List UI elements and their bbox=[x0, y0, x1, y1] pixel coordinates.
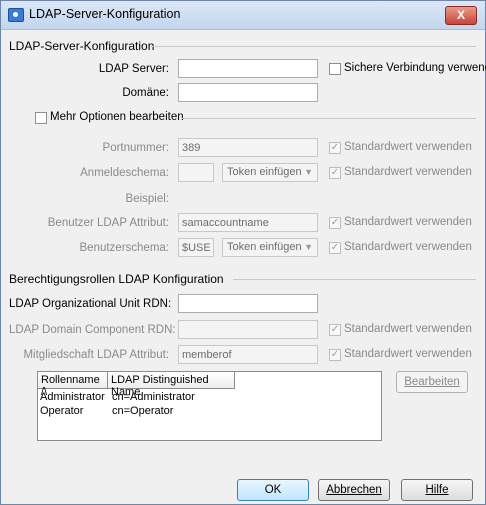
help-button[interactable]: Hilfe bbox=[401, 479, 473, 501]
ldap-server-label: LDAP Server: bbox=[98, 63, 169, 75]
dc-rdn-label: LDAP Domain Component RDN: bbox=[9, 324, 176, 336]
cancel-button[interactable]: Abbrechen bbox=[318, 479, 390, 501]
domain-input[interactable] bbox=[178, 83, 318, 102]
schema-default-checkbox: ✓ bbox=[329, 167, 341, 179]
edit-button-label: Bearbeiten bbox=[404, 376, 460, 388]
divider bbox=[181, 118, 476, 119]
cancel-button-label: Abbrechen bbox=[326, 484, 382, 496]
ldap-dialog: LDAP-Server-Konfiguration X LDAP-Server-… bbox=[0, 0, 486, 505]
more-options-label: Mehr Optionen bearbeiten bbox=[50, 111, 184, 123]
help-button-label: Hilfe bbox=[425, 484, 449, 496]
column-header-dn[interactable]: LDAP Distinguished Name bbox=[108, 372, 235, 398]
close-button[interactable]: X bbox=[445, 6, 477, 25]
user-attribute-default-checkbox: ✓ bbox=[329, 217, 341, 229]
window-title: LDAP-Server-Konfiguration bbox=[29, 7, 181, 21]
secure-connection-label: Sichere Verbindung verwenden bbox=[344, 62, 486, 74]
secure-connection-checkbox[interactable] bbox=[329, 63, 341, 75]
dc-rdn-default-label: Standardwert verwenden bbox=[344, 323, 472, 335]
schema-label: Anmeldeschema: bbox=[80, 167, 169, 179]
divider bbox=[151, 46, 476, 47]
chevron-down-icon: ▼ bbox=[304, 167, 313, 177]
schema-default-label: Standardwert verwenden bbox=[344, 166, 472, 178]
port-input bbox=[178, 138, 318, 157]
chevron-down-icon: ▼ bbox=[304, 242, 313, 252]
roles-table[interactable]: Rollenname /\ LDAP Distinguished Name Ad… bbox=[37, 371, 382, 441]
edit-button: Bearbeiten bbox=[396, 371, 468, 393]
port-default-label: Standardwert verwenden bbox=[344, 141, 472, 153]
roles-section-title: Berechtigungsrollen LDAP Konfiguration bbox=[9, 272, 224, 286]
table-cell-rolename[interactable]: Operator bbox=[40, 405, 83, 417]
user-schema-token-select: Token einfügen ▼ bbox=[222, 238, 318, 257]
user-attribute-default-label: Standardwert verwenden bbox=[344, 216, 472, 228]
server-section-title: LDAP-Server-Konfiguration bbox=[9, 39, 155, 53]
ldap-server-input[interactable] bbox=[178, 59, 318, 78]
user-schema-label: Benutzerschema: bbox=[79, 242, 170, 254]
user-attribute-input bbox=[178, 213, 318, 232]
column-header-rolename[interactable]: Rollenname /\ bbox=[38, 372, 108, 398]
user-schema-default-label: Standardwert verwenden bbox=[344, 241, 472, 253]
membership-default-label: Standardwert verwenden bbox=[344, 348, 472, 360]
user-schema-token-value: Token einfügen bbox=[227, 241, 302, 253]
app-icon bbox=[8, 8, 24, 22]
ok-button[interactable]: OK bbox=[237, 479, 309, 501]
dc-rdn-default-checkbox: ✓ bbox=[329, 324, 341, 336]
port-label: Portnummer: bbox=[102, 142, 169, 154]
table-cell-dn[interactable]: cn=Operator bbox=[112, 405, 173, 417]
dc-rdn-input bbox=[178, 320, 318, 339]
user-schema-input bbox=[178, 238, 214, 257]
domain-label: Domäne: bbox=[122, 87, 169, 99]
user-schema-default-checkbox: ✓ bbox=[329, 242, 341, 254]
example-label: Beispiel: bbox=[125, 193, 169, 205]
membership-input bbox=[178, 345, 318, 364]
port-default-checkbox: ✓ bbox=[329, 142, 341, 154]
schema-token-select: Token einfügen ▼ bbox=[222, 163, 318, 182]
ou-rdn-input[interactable] bbox=[178, 294, 318, 313]
table-cell-rolename[interactable]: Administrator bbox=[40, 391, 105, 403]
schema-input bbox=[178, 163, 214, 182]
membership-default-checkbox: ✓ bbox=[329, 349, 341, 361]
membership-label: Mitgliedschaft LDAP Attribut: bbox=[23, 349, 169, 361]
divider bbox=[233, 279, 476, 280]
table-cell-dn[interactable]: cn=Administrator bbox=[112, 391, 195, 403]
title-bar[interactable]: LDAP-Server-Konfiguration X bbox=[1, 1, 485, 30]
schema-token-value: Token einfügen bbox=[227, 166, 302, 178]
ou-rdn-label: LDAP Organizational Unit RDN: bbox=[9, 298, 172, 310]
more-options-checkbox[interactable] bbox=[35, 112, 47, 124]
user-attribute-label: Benutzer LDAP Attribut: bbox=[47, 217, 169, 229]
